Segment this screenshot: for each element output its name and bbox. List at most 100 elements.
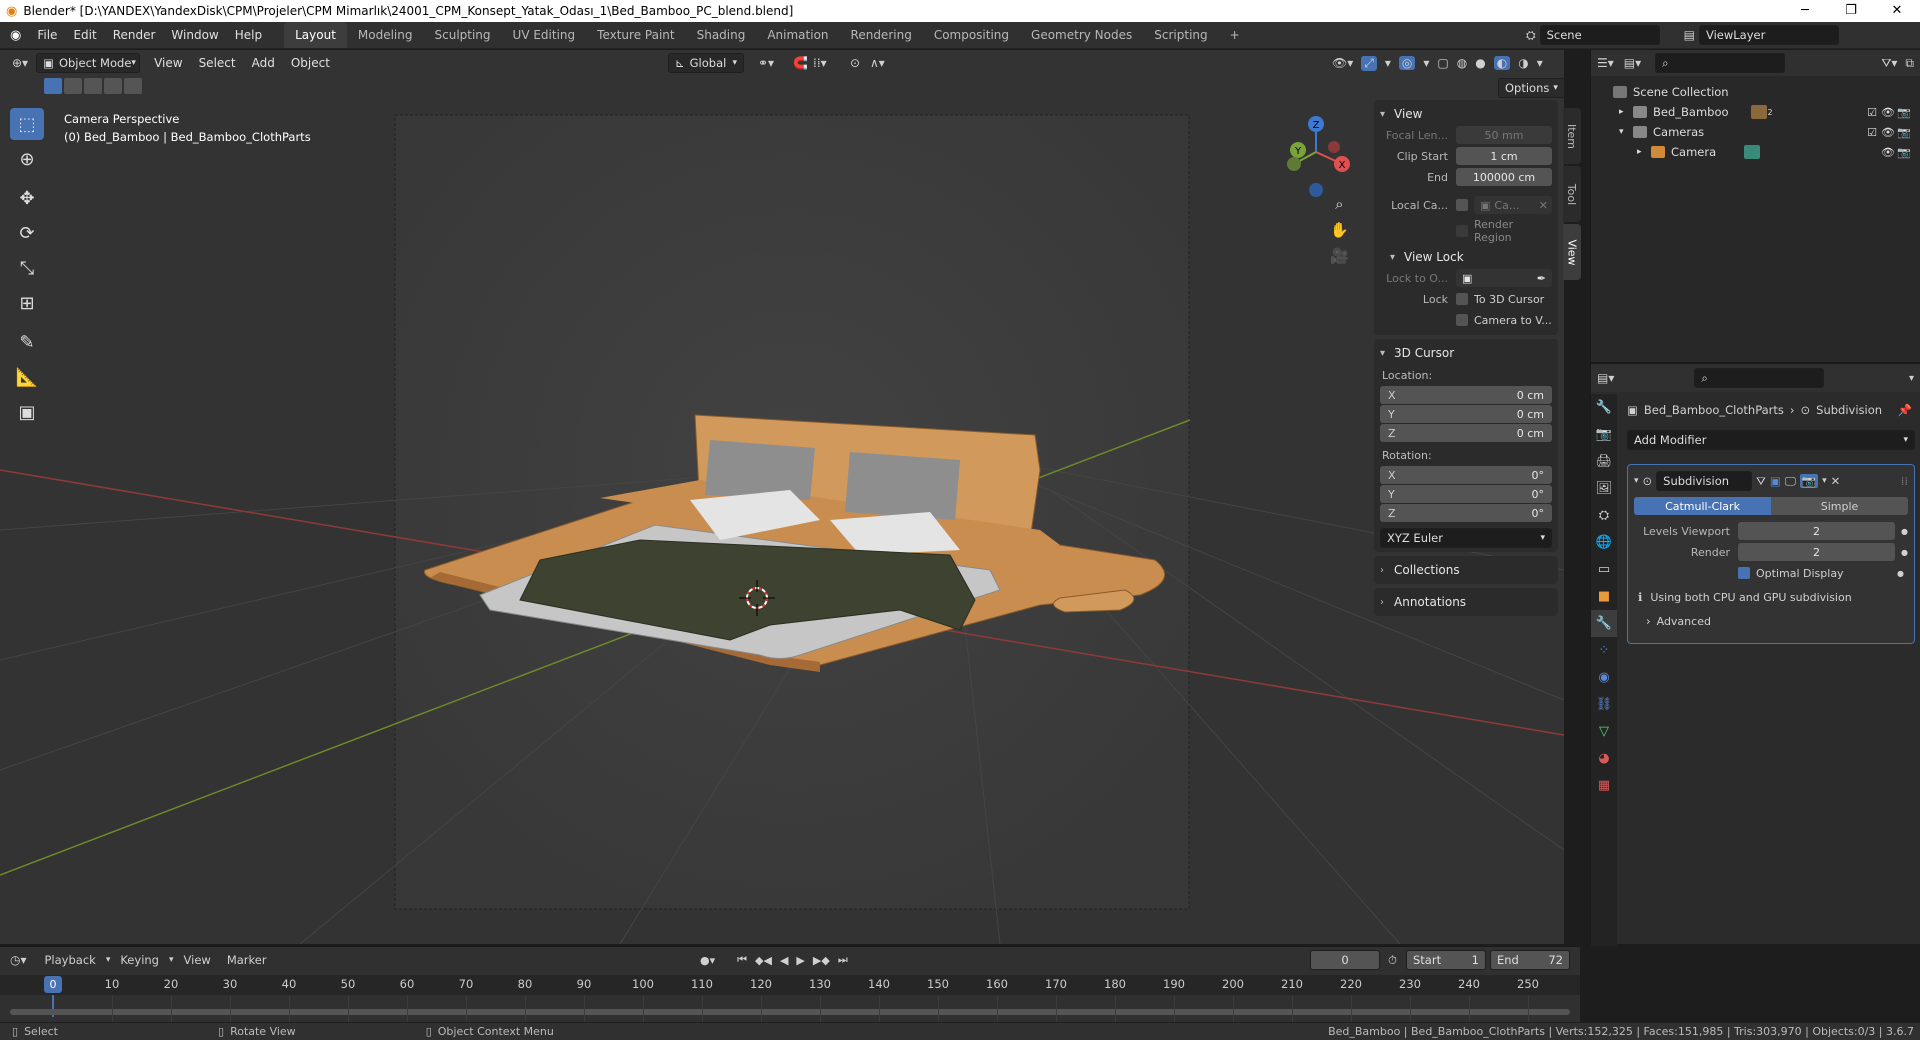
move-tool[interactable]: ✥ bbox=[10, 182, 44, 214]
outliner-search-input[interactable]: ⌕ bbox=[1655, 53, 1786, 73]
outliner-item-camera[interactable]: ▸ Camera 👁 📷 bbox=[1591, 142, 1920, 162]
rotation-mode-dropdown[interactable]: XYZ Euler ▾ bbox=[1380, 528, 1552, 548]
timeline-menu-playback[interactable]: Playback bbox=[39, 953, 102, 967]
vp-menu-object[interactable]: Object bbox=[283, 56, 338, 70]
3d-cursor-header[interactable]: ▾ 3D Cursor bbox=[1380, 343, 1552, 363]
xray-icon[interactable]: ▢ bbox=[1437, 56, 1448, 70]
blender-menu-icon[interactable]: ◉ bbox=[0, 28, 29, 43]
render-properties-tab[interactable]: 📷 bbox=[1591, 421, 1617, 448]
clip-end-field[interactable]: 100000 cm bbox=[1456, 168, 1552, 186]
sidebar-tab-tool[interactable]: Tool bbox=[1563, 166, 1581, 222]
outliner-scene-collection[interactable]: Scene Collection bbox=[1591, 82, 1920, 102]
annotate-tool[interactable]: ✎ bbox=[10, 326, 44, 358]
keyframe-dot-icon[interactable]: ● bbox=[1901, 548, 1908, 557]
measure-tool[interactable]: 📐 bbox=[10, 361, 44, 393]
shading-wireframe-icon[interactable]: ◍ bbox=[1457, 56, 1467, 70]
transform-tool[interactable]: ⊞ bbox=[10, 287, 44, 319]
transform-orientation[interactable]: ⊾ Global ▾ bbox=[668, 53, 744, 73]
stopwatch-icon[interactable]: ⏱ bbox=[1388, 953, 1397, 968]
close-window-button[interactable]: ✕ bbox=[1874, 0, 1920, 22]
select-invert-icon[interactable] bbox=[104, 78, 122, 94]
camera-view-icon[interactable]: 🎥 bbox=[1330, 247, 1349, 265]
overlays-toggle-icon[interactable]: ◎ bbox=[1398, 56, 1416, 70]
outliner-item-cameras[interactable]: ▾ Cameras ☑ 👁 📷 bbox=[1591, 122, 1920, 142]
cursor-loc-y[interactable]: Y 0 cm bbox=[1380, 405, 1552, 423]
optimal-display-checkbox[interactable] bbox=[1738, 567, 1750, 579]
cursor-loc-z[interactable]: Z 0 cm bbox=[1380, 424, 1552, 442]
shading-dropdown-icon[interactable]: ▾ bbox=[1537, 56, 1543, 70]
options-dropdown[interactable]: Options ▾ bbox=[1498, 78, 1565, 98]
material-tab[interactable]: ◕ bbox=[1591, 745, 1617, 772]
drag-handle-icon[interactable]: ⁞⁞ bbox=[1901, 474, 1908, 488]
view-lock-header[interactable]: ▾ View Lock bbox=[1380, 247, 1552, 267]
pan-hand-icon[interactable]: ✋ bbox=[1330, 221, 1349, 239]
editor-type-icon[interactable]: ⊕▾ bbox=[12, 56, 28, 70]
particles-tab[interactable]: ⁘ bbox=[1591, 637, 1617, 664]
render-region-checkbox[interactable] bbox=[1456, 225, 1468, 237]
tab-shading[interactable]: Shading bbox=[686, 22, 757, 48]
tab-compositing[interactable]: Compositing bbox=[923, 22, 1020, 48]
view-panel-header[interactable]: ▾ View bbox=[1380, 104, 1552, 124]
object-properties-tab[interactable]: ■ bbox=[1591, 583, 1617, 610]
outliner-editor-icon[interactable]: ☰▾ bbox=[1597, 56, 1614, 70]
next-keyframe-icon[interactable]: ▶◆ bbox=[813, 954, 830, 967]
prev-keyframe-icon[interactable]: ◆◀ bbox=[755, 954, 772, 967]
levels-viewport-field[interactable]: 2 bbox=[1738, 522, 1896, 540]
outliner-item-bed[interactable]: ▸ Bed_Bamboo 2 ☑ 👁 📷 bbox=[1591, 102, 1920, 122]
render-camera-icon[interactable]: 📷 bbox=[1896, 126, 1912, 139]
jump-end-icon[interactable]: ⏭ bbox=[838, 953, 848, 967]
display-mode-icon[interactable]: ▤▾ bbox=[1624, 56, 1641, 70]
include-checkbox-icon[interactable]: ☑ bbox=[1864, 126, 1880, 139]
local-camera-field[interactable]: ▣ Ca... ✕ bbox=[1474, 196, 1552, 214]
texture-tab[interactable]: ▦ bbox=[1591, 772, 1617, 799]
viewport-display-icon[interactable]: 🖵 bbox=[1785, 474, 1796, 489]
scene-selector[interactable]: Scene bbox=[1539, 25, 1660, 45]
world-properties-tab[interactable]: 🌐 bbox=[1591, 529, 1617, 556]
restore-button[interactable]: ❐ bbox=[1828, 0, 1874, 22]
tool-properties-tab[interactable]: 🔧 bbox=[1591, 394, 1617, 421]
view-layer-tab[interactable]: 🖼 bbox=[1591, 475, 1617, 502]
vp-menu-view[interactable]: View bbox=[146, 56, 190, 70]
shading-solid-icon[interactable]: ● bbox=[1475, 56, 1485, 70]
scene-properties-tab[interactable]: ⛭ bbox=[1591, 502, 1617, 529]
properties-editor-icon[interactable]: ▤▾ bbox=[1597, 371, 1614, 385]
catmull-clark-button[interactable]: Catmull-Clark bbox=[1634, 497, 1771, 515]
tab-animation[interactable]: Animation bbox=[756, 22, 839, 48]
edit-mode-icon[interactable]: ▣ bbox=[1770, 474, 1781, 488]
current-frame-field[interactable]: 0 bbox=[1310, 950, 1380, 970]
tab-layout[interactable]: Layout bbox=[284, 22, 347, 48]
object-data-tab[interactable]: ▽ bbox=[1591, 718, 1617, 745]
sidebar-tab-view[interactable]: View bbox=[1563, 224, 1581, 280]
proportional-edit-icon[interactable]: ⊙ bbox=[850, 56, 860, 70]
select-intersect-icon[interactable] bbox=[124, 78, 142, 94]
tab-modeling[interactable]: Modeling bbox=[347, 22, 424, 48]
timeline-menu-view[interactable]: View bbox=[178, 953, 217, 967]
collapse-chevron-icon[interactable]: ▾ bbox=[1634, 476, 1639, 486]
modifier-name-field[interactable]: Subdivision bbox=[1656, 471, 1753, 491]
tab-rendering[interactable]: Rendering bbox=[840, 22, 923, 48]
collection-properties-tab[interactable]: ▭ bbox=[1591, 556, 1617, 583]
vp-menu-select[interactable]: Select bbox=[191, 56, 244, 70]
select-new-icon[interactable] bbox=[44, 78, 62, 94]
clear-icon[interactable]: ✕ bbox=[1539, 199, 1552, 212]
tab-sculpting[interactable]: Sculpting bbox=[424, 22, 502, 48]
render-levels-field[interactable]: 2 bbox=[1738, 543, 1896, 561]
cursor-rot-z[interactable]: Z 0° bbox=[1380, 504, 1552, 522]
gizmo-dropdown-icon[interactable]: ▾ bbox=[1385, 56, 1391, 70]
sidebar-tab-item[interactable]: Item bbox=[1563, 108, 1581, 164]
include-checkbox-icon[interactable]: ☑ bbox=[1864, 106, 1880, 119]
overlays-dropdown-icon[interactable]: ▾ bbox=[1423, 56, 1429, 70]
end-frame-field[interactable]: End 72 bbox=[1490, 950, 1570, 970]
scale-tool[interactable]: ⤡ bbox=[10, 252, 44, 284]
keyframe-dot-icon[interactable]: ● bbox=[1901, 527, 1908, 536]
cursor-tool[interactable]: ⊕ bbox=[10, 143, 44, 175]
3d-viewport[interactable]: Camera Perspective (0) Bed_Bamboo | Bed_… bbox=[0, 50, 1564, 944]
rotate-tool[interactable]: ⟳ bbox=[10, 217, 44, 249]
timeline-menu-marker[interactable]: Marker bbox=[221, 953, 273, 967]
collections-panel[interactable]: › Collections bbox=[1374, 556, 1558, 584]
menu-help[interactable]: Help bbox=[227, 28, 270, 42]
constraints-tab[interactable]: ⛓ bbox=[1591, 691, 1617, 718]
properties-search-input[interactable]: ⌕ bbox=[1694, 368, 1825, 388]
minimize-button[interactable]: ─ bbox=[1782, 0, 1828, 22]
chevron-down-icon[interactable]: ▾ bbox=[1909, 373, 1914, 384]
